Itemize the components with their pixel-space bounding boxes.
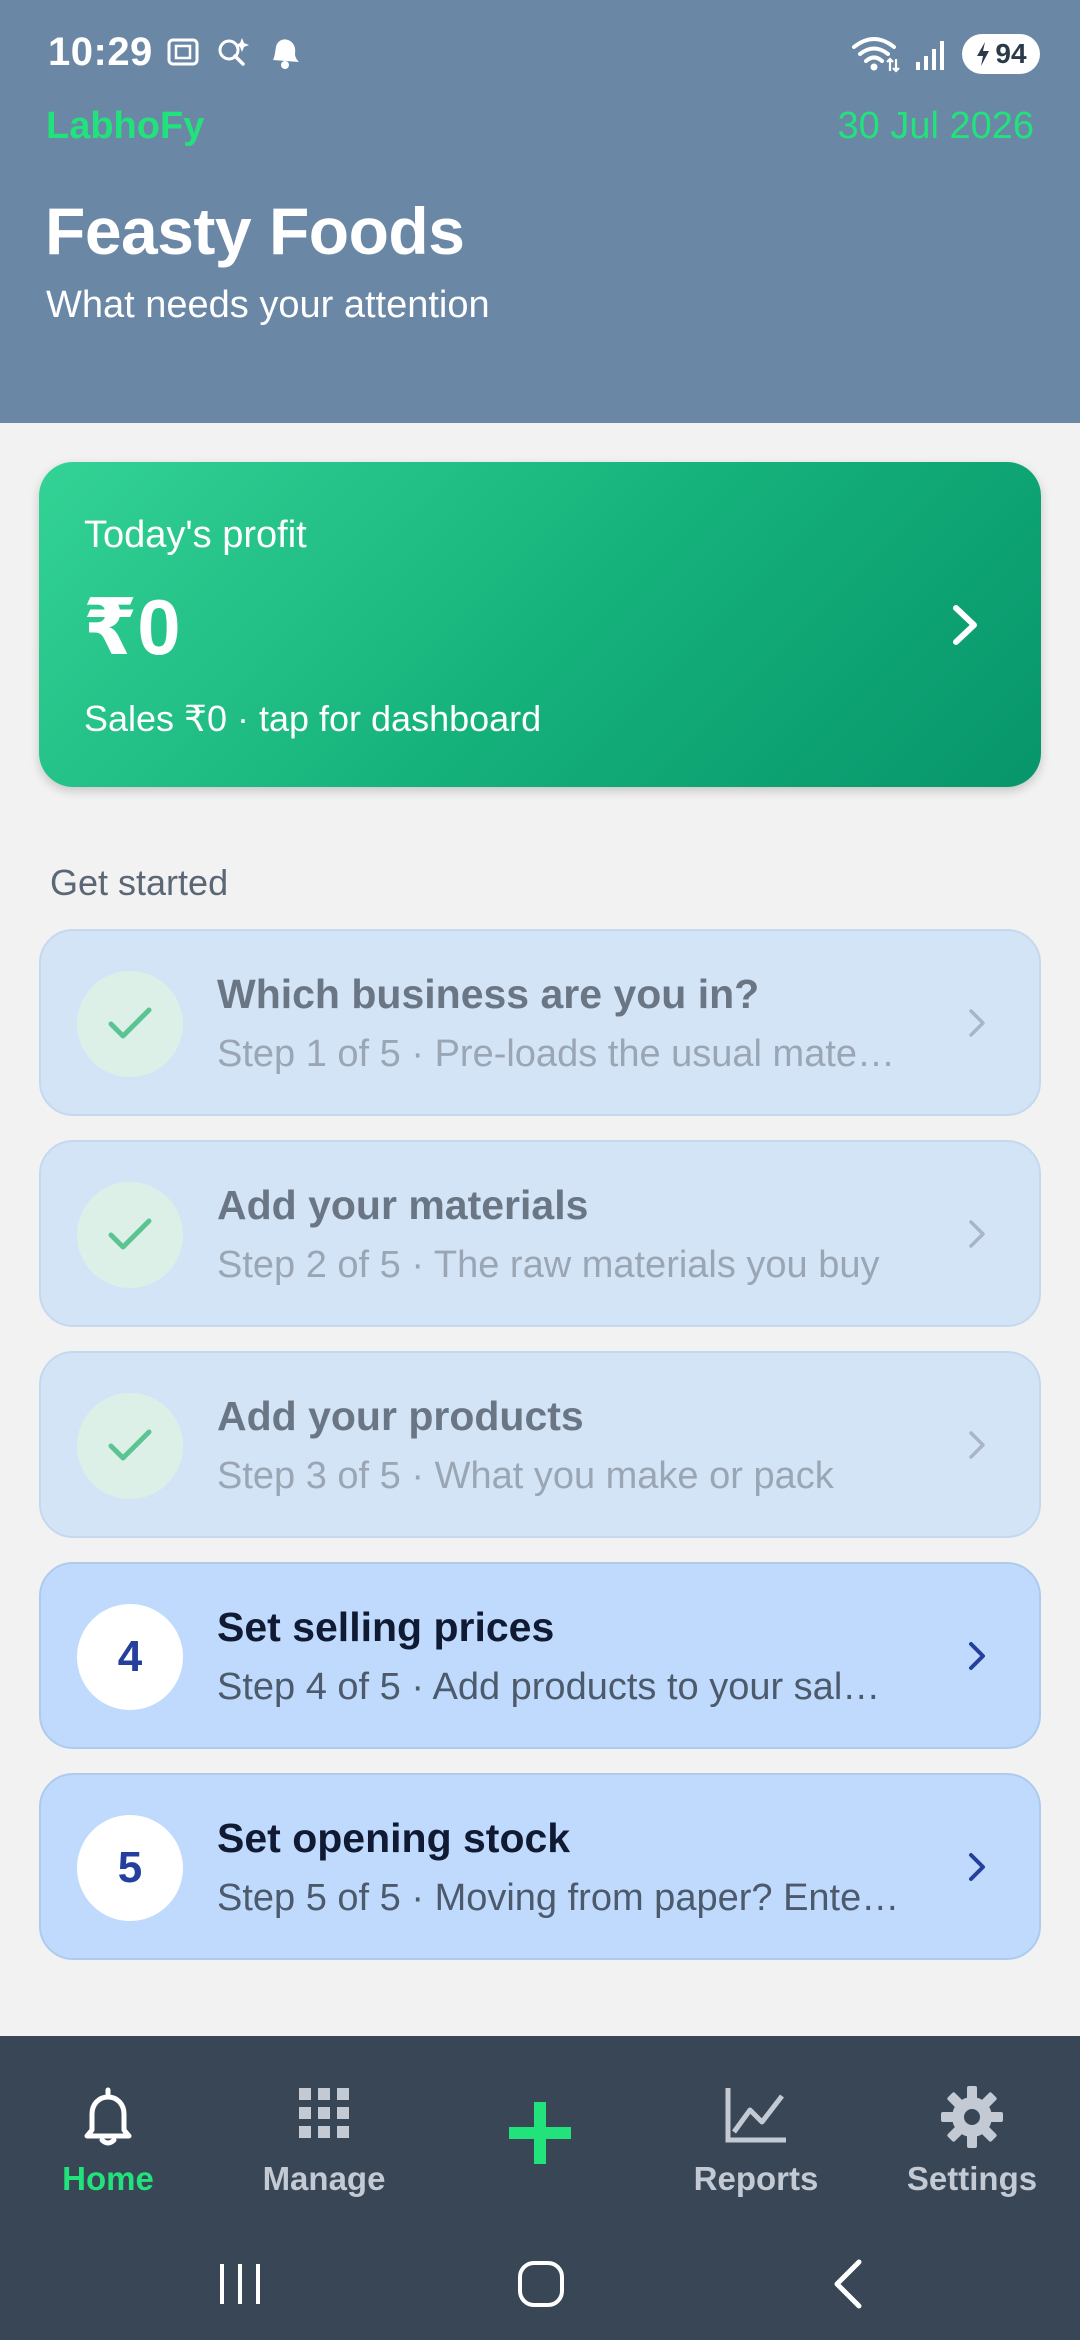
profit-subtext: Sales ₹0 · tap for dashboard — [84, 698, 542, 739]
nav-label: Manage — [262, 2160, 386, 2197]
get-started-label: Get started — [50, 862, 229, 903]
status-icons-right: 94 — [850, 34, 1040, 74]
chevron-right-icon — [969, 1642, 985, 1670]
profit-value: ₹0 — [83, 583, 181, 671]
recent-apps-icon — [220, 2264, 260, 2304]
bell-icon — [84, 2087, 132, 2146]
checkmark-icon — [108, 1429, 152, 1461]
nav-settings[interactable]: Settings — [864, 2036, 1080, 2226]
screenshot-icon — [167, 38, 199, 66]
profit-label: Today's profit — [84, 514, 307, 556]
step-title: Add your materials — [217, 1182, 589, 1228]
nav-add-button[interactable] — [432, 2036, 648, 2226]
step-card-business-type[interactable]: Which business are you in? Step 1 of 5 ·… — [39, 929, 1041, 1116]
battery-icon — [977, 42, 990, 66]
business-name: Feasty Foods — [45, 194, 465, 268]
step-subtitle: Step 5 of 5 · Moving from paper? Ente… — [217, 1877, 900, 1919]
current-date: 30 Jul 2026 — [837, 105, 1035, 147]
nav-reports[interactable]: Reports — [648, 2036, 864, 2226]
profit-card[interactable]: Today's profit ₹0 Sales ₹0 · tap for das… — [39, 462, 1041, 787]
signal-icon — [916, 41, 944, 70]
nav-manage[interactable]: Manage — [216, 2036, 432, 2226]
step-card-materials[interactable]: Add your materials Step 2 of 5 · The raw… — [39, 1140, 1041, 1327]
notification-bell-icon — [273, 39, 299, 69]
battery-level: 94 — [995, 38, 1027, 69]
step-title: Set selling prices — [217, 1604, 555, 1650]
step-card-products[interactable]: Add your products Step 3 of 5 · What you… — [39, 1351, 1041, 1538]
grid-icon — [299, 2088, 349, 2138]
step-title: Add your products — [217, 1393, 584, 1439]
chevron-right-icon — [953, 605, 977, 645]
battery-indicator: 94 — [962, 34, 1040, 74]
nav-home[interactable]: Home — [0, 2036, 216, 2226]
checkmark-icon — [108, 1218, 152, 1250]
step-badge — [77, 1182, 183, 1288]
gear-icon — [941, 2086, 1003, 2148]
status-bar: 10:29 94 — [0, 0, 1080, 110]
home-circle-icon — [518, 2261, 564, 2307]
wifi-icon — [852, 37, 900, 73]
step-title: Which business are you in? — [217, 971, 760, 1017]
step-badge — [77, 1393, 183, 1499]
nav-label: Reports — [693, 2160, 819, 2197]
back-arrow-icon — [834, 2259, 862, 2309]
nav-label: Settings — [906, 2160, 1038, 2197]
status-time: 10:29 — [48, 30, 153, 74]
step-badge — [77, 971, 183, 1077]
nav-label: Home — [62, 2160, 154, 2197]
chevron-right-icon — [969, 1853, 985, 1881]
header-subtitle: What needs your attention — [46, 284, 490, 326]
step-card-selling-prices[interactable]: 4 Set selling prices Step 4 of 5 · Add p… — [39, 1562, 1041, 1749]
step-subtitle: Step 3 of 5 · What you make or pack — [217, 1455, 834, 1497]
search-sparkle-icon — [218, 38, 249, 66]
step-badge: 4 — [77, 1604, 183, 1710]
home-button[interactable] — [460, 2226, 620, 2340]
recent-apps-button[interactable] — [160, 2226, 320, 2340]
back-button[interactable] — [765, 2226, 925, 2340]
step-badge: 5 — [77, 1815, 183, 1921]
step-number: 5 — [117, 1843, 143, 1892]
chart-icon — [725, 2088, 786, 2143]
step-subtitle: Step 4 of 5 · Add products to your sal… — [217, 1666, 881, 1708]
chevron-right-icon — [969, 1009, 985, 1037]
status-icons-left — [165, 34, 305, 70]
app-header: 10:29 94 LabhoFy 30 Jul 2026 Feasty Food… — [0, 0, 1080, 423]
step-number: 4 — [117, 1632, 143, 1681]
bottom-nav: Home Manage Reports Settings — [0, 2036, 1080, 2226]
system-navigation-bar — [0, 2226, 1080, 2340]
checkmark-icon — [108, 1007, 152, 1039]
chevron-right-icon — [969, 1431, 985, 1459]
step-subtitle: Step 1 of 5 · Pre-loads the usual mate… — [217, 1033, 896, 1075]
chevron-right-icon — [969, 1220, 985, 1248]
step-subtitle: Step 2 of 5 · The raw materials you buy — [217, 1244, 880, 1286]
step-card-opening-stock[interactable]: 5 Set opening stock Step 5 of 5 · Moving… — [39, 1773, 1041, 1960]
plus-icon — [509, 2102, 571, 2164]
brand-name: LabhoFy — [46, 105, 205, 147]
step-title: Set opening stock — [217, 1815, 571, 1861]
